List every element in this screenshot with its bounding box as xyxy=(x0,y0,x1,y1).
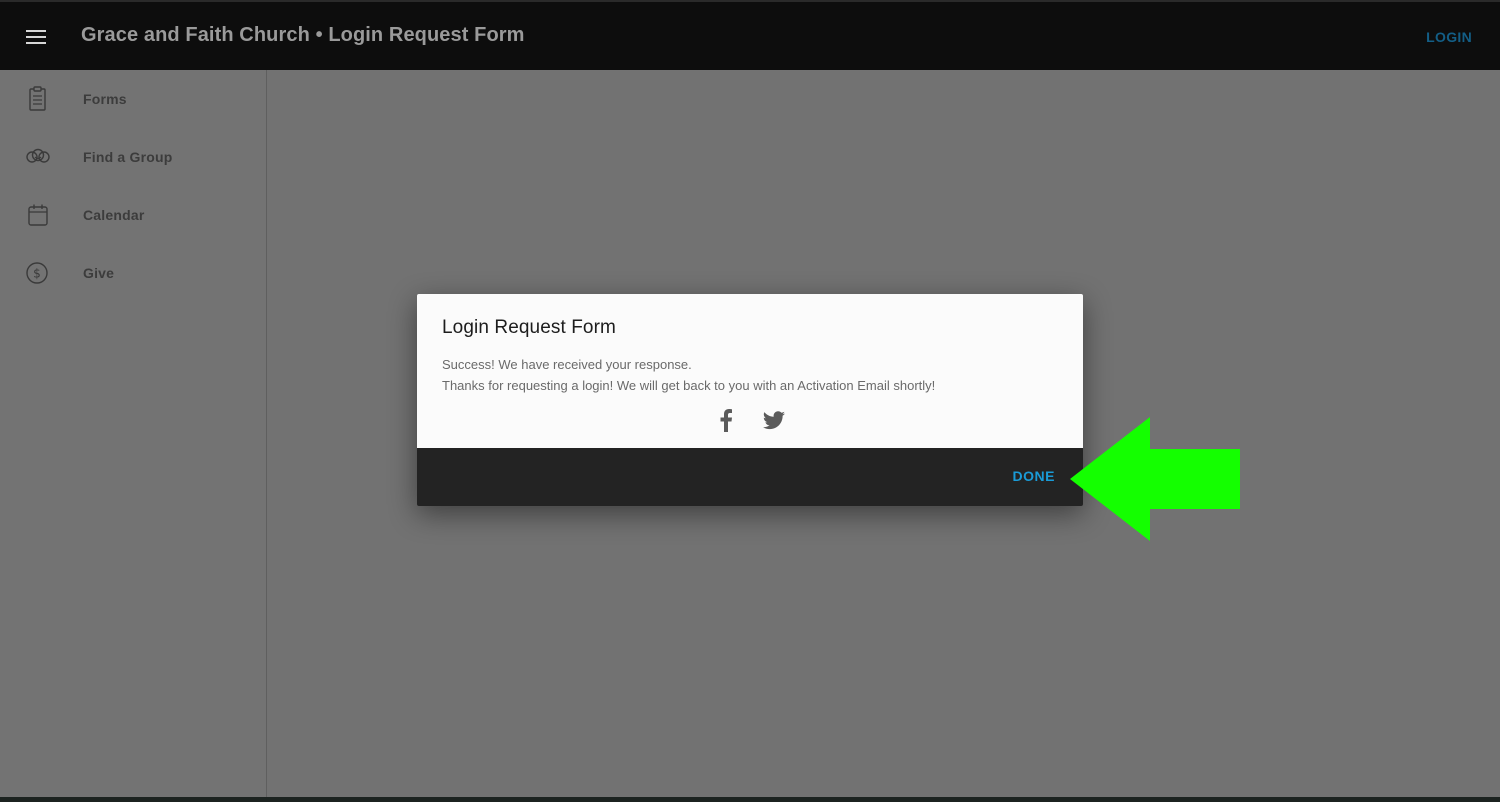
svg-text:$: $ xyxy=(33,267,41,281)
bottom-edge xyxy=(0,797,1500,802)
dialog-title: Login Request Form xyxy=(442,317,616,338)
group-icon xyxy=(26,148,50,163)
sidebar-item-give[interactable]: $ Give xyxy=(0,244,266,302)
dialog-body: Login Request Form Success! We have rece… xyxy=(417,294,1083,448)
clipboard-icon xyxy=(29,86,46,111)
login-link[interactable]: LOGIN xyxy=(1426,29,1472,45)
green-arrow-icon xyxy=(1070,417,1240,541)
sidebar: Forms Find a Group Calendar $ Give xyxy=(0,70,267,797)
login-success-dialog: Login Request Form Success! We have rece… xyxy=(417,294,1083,506)
sidebar-item-label: Find a Group xyxy=(83,149,173,165)
hamburger-menu-icon[interactable] xyxy=(22,24,52,50)
sidebar-item-label: Calendar xyxy=(83,207,145,223)
top-app-bar: Grace and Faith Church • Login Request F… xyxy=(0,0,1500,70)
dialog-message-line2: Thanks for requesting a login! We will g… xyxy=(442,378,936,393)
twitter-icon[interactable] xyxy=(762,410,786,432)
sidebar-item-label: Forms xyxy=(83,91,127,107)
dialog-message-line1: Success! We have received your response. xyxy=(442,357,692,372)
facebook-icon[interactable] xyxy=(717,408,735,432)
sidebar-item-label: Give xyxy=(83,265,115,281)
page: Grace and Faith Church • Login Request F… xyxy=(0,0,1500,802)
dialog-footer: DONE xyxy=(417,448,1083,506)
sidebar-item-calendar[interactable]: Calendar xyxy=(0,186,266,244)
page-title: Grace and Faith Church • Login Request F… xyxy=(81,24,525,46)
sidebar-item-find-a-group[interactable]: Find a Group xyxy=(0,128,266,186)
sidebar-item-forms[interactable]: Forms xyxy=(0,70,266,128)
done-button[interactable]: DONE xyxy=(1013,468,1055,484)
calendar-icon xyxy=(28,204,48,226)
dollar-circle-icon: $ xyxy=(26,262,48,284)
